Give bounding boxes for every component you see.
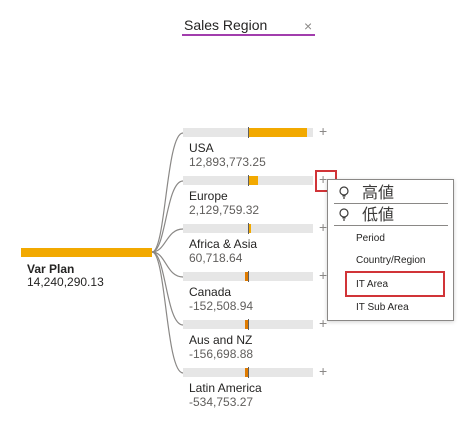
menu-item-low-value[interactable]: 低値 [334, 206, 448, 226]
root-bar[interactable] [21, 248, 152, 257]
lightbulb-icon [339, 186, 349, 199]
root-value: 14,240,290.13 [27, 275, 104, 289]
expand-plus-icon[interactable]: + [319, 316, 327, 330]
expand-plus-icon[interactable]: + [319, 268, 327, 282]
node-label: USA [189, 141, 214, 155]
lightbulb-icon [339, 208, 349, 221]
root-label: Var Plan [27, 262, 75, 276]
node-value: -152,508.94 [189, 299, 254, 313]
menu-item-label: 高値 [362, 185, 395, 202]
node-bar-fill [248, 128, 307, 137]
connector-aus-nz [151, 251, 184, 326]
node-label: Europe [189, 189, 228, 203]
menu-item-label: 低値 [362, 207, 395, 224]
it-area-highlight-box [345, 271, 445, 297]
connector-africa-asia [151, 228, 184, 253]
header-underline [182, 34, 315, 36]
zero-line [248, 271, 249, 282]
node-label: Aus and NZ [189, 333, 253, 347]
zero-line [248, 223, 249, 234]
zero-line [248, 127, 249, 138]
node-label: Africa & Asia [189, 237, 258, 251]
connector-europe [151, 180, 184, 253]
expand-plus-icon[interactable]: + [319, 124, 327, 138]
node-value: -534,753.27 [189, 395, 254, 409]
node-bar-fill [248, 176, 258, 185]
node-label: Latin America [189, 381, 262, 395]
menu-item-period[interactable]: Period [328, 228, 453, 250]
menu-item-country-region[interactable]: Country/Region [328, 250, 453, 272]
node-value: 60,718.64 [189, 251, 243, 265]
node-label: Canada [189, 285, 232, 299]
menu-item-it-sub-area[interactable]: IT Sub Area [328, 297, 453, 319]
expand-plus-icon[interactable]: + [319, 220, 327, 234]
expand-plus-icon[interactable]: + [319, 364, 327, 378]
connector-usa [151, 132, 184, 253]
node-value: 12,893,773.25 [189, 155, 266, 169]
connector-canada [151, 251, 184, 278]
node-value: 2,129,759.32 [189, 203, 260, 217]
level-header-title[interactable]: Sales Region [184, 17, 267, 33]
node-value: -156,698.88 [189, 347, 254, 361]
menu-item-high-value[interactable]: 高値 [334, 184, 448, 204]
zero-line [248, 367, 249, 378]
close-icon[interactable]: × [304, 18, 312, 34]
connector-latin-america [151, 251, 184, 374]
zero-line [248, 175, 249, 186]
split-menu: 高値 低値 Period Country/Region IT Area IT S… [327, 179, 454, 321]
zero-line [248, 319, 249, 330]
